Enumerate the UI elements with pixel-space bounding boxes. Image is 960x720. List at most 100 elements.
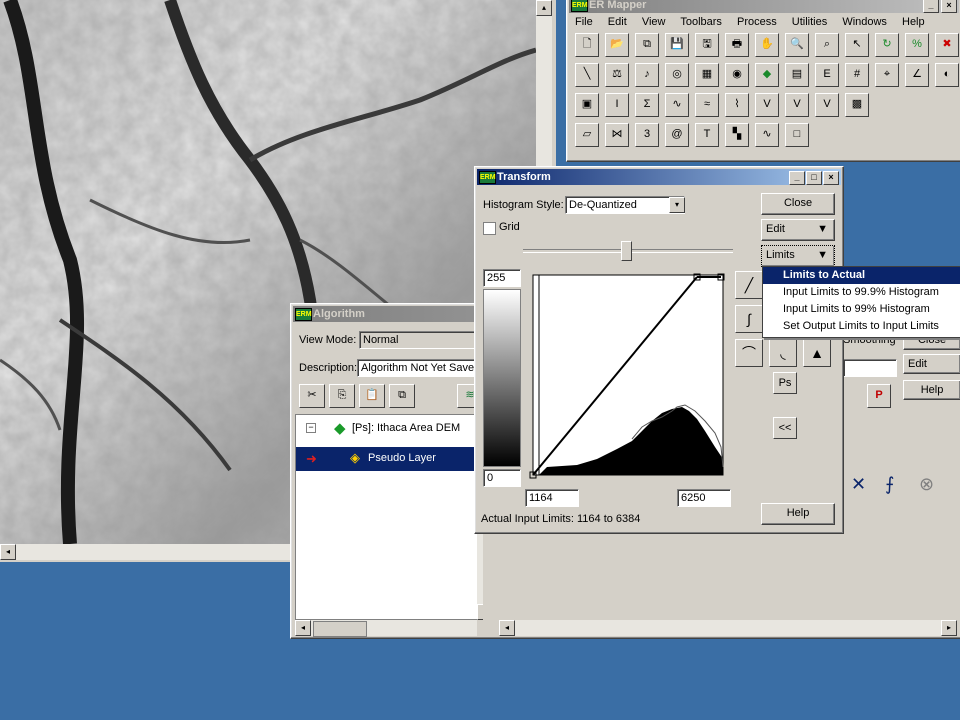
folder-icon[interactable]: ▤ [785, 63, 809, 87]
minimize-button[interactable]: _ [923, 0, 939, 13]
image-color-icon[interactable]: ▣ [575, 93, 599, 117]
save-as-icon[interactable]: 🖫 [695, 33, 719, 57]
parallelogram-icon[interactable]: ▱ [575, 123, 599, 147]
menu-view[interactable]: View [642, 16, 666, 28]
pan-hand-icon[interactable]: ✋ [755, 33, 779, 57]
tree-layer-row[interactable]: ➜ ◈ Pseudo Layer [296, 447, 478, 471]
curve-transform-icon[interactable]: ◟ [769, 339, 797, 367]
copy-icon[interactable]: ⎘ [329, 384, 355, 408]
scroll-left-button[interactable]: ◂ [0, 544, 16, 560]
x-tool-icon[interactable]: ✕ [851, 474, 866, 495]
transform-help-button[interactable]: Help [761, 503, 835, 525]
scroll-left-button[interactable]: ◂ [295, 620, 311, 636]
vd-icon[interactable]: V [755, 93, 779, 117]
transform-close-button[interactable]: Close [761, 193, 835, 215]
maximize-button[interactable]: □ [806, 171, 822, 185]
3d-icon[interactable]: 3 [635, 123, 659, 147]
hist-icon[interactable]: ▦ [695, 63, 719, 87]
linear-transform-icon[interactable]: ╱ [735, 271, 763, 299]
save-icon[interactable]: 💾 [665, 33, 689, 57]
line-tool-icon[interactable]: ╲ [575, 63, 599, 87]
stack-icon[interactable]: ◆ [755, 63, 779, 87]
scroll-up-button[interactable]: ▴ [536, 0, 552, 16]
tree-expand-icon[interactable]: − [306, 423, 316, 433]
menu-utilities[interactable]: Utilities [792, 16, 827, 28]
formula-icon[interactable]: E [815, 63, 839, 87]
menu-file[interactable]: File [575, 16, 593, 28]
right-hscroll[interactable]: ◂ ▸ [499, 620, 957, 636]
transform-graph[interactable] [527, 271, 727, 479]
scroll-right-button[interactable]: ▸ [941, 620, 957, 636]
algorithm-edit-button[interactable]: Edit [903, 354, 960, 374]
zoom-box-icon[interactable]: ⌕ [815, 33, 839, 57]
close-button[interactable]: × [941, 0, 957, 13]
grid-checkbox[interactable] [483, 222, 496, 235]
colorgrid-icon[interactable]: ▚ [725, 123, 749, 147]
music-icon[interactable]: ♪ [635, 63, 659, 87]
wave3-icon[interactable]: ∿ [755, 123, 779, 147]
menu-item-limits-to-actual[interactable]: Limits to Actual [763, 267, 960, 284]
refresh-icon[interactable]: ↻ [875, 33, 899, 57]
graph-icon[interactable]: ⌇ [725, 93, 749, 117]
transform-limits-button[interactable]: Limits ▼ [761, 245, 835, 267]
log-transform-icon[interactable]: ∫ [735, 305, 763, 333]
zoom-icon[interactable]: 🔍 [785, 33, 809, 57]
angle-icon[interactable]: ∠ [905, 63, 929, 87]
balance-icon[interactable]: ⚖ [605, 63, 629, 87]
description-field[interactable]: Algorithm Not Yet Saved [357, 359, 477, 377]
square-icon[interactable]: □ [785, 123, 809, 147]
slider-thumb[interactable] [621, 241, 632, 261]
disabled-tool-icon[interactable]: ⊗ [919, 474, 934, 495]
menu-toolbars[interactable]: Toolbars [680, 16, 722, 28]
tm-icon[interactable]: T [695, 123, 719, 147]
new-icon[interactable]: 🗋 [575, 33, 599, 57]
histogram-style-select[interactable]: De-Quantized [565, 196, 685, 214]
globe-icon[interactable]: ◐ [935, 63, 959, 87]
open-icon[interactable]: 📂 [605, 33, 629, 57]
vd3-icon[interactable]: V [815, 93, 839, 117]
menu-process[interactable]: Process [737, 16, 777, 28]
close-button[interactable]: × [823, 171, 839, 185]
wave2-icon[interactable]: ≈ [695, 93, 719, 117]
paste-icon[interactable]: 📋 [359, 384, 385, 408]
histogram-equalize-icon[interactable]: ▲ [803, 339, 831, 367]
algorithm-help-button[interactable]: Help [903, 380, 960, 400]
layer-icon[interactable]: ◎ [665, 63, 689, 87]
input-min-field[interactable]: 1164 [525, 489, 579, 507]
output-max-field[interactable]: 255 [483, 269, 521, 287]
menu-help[interactable]: Help [902, 16, 925, 28]
cut-icon[interactable]: ✂ [299, 384, 325, 408]
crosshair-icon[interactable]: ⌖ [875, 63, 899, 87]
stop-icon[interactable]: ✖ [935, 33, 959, 57]
menu-item-input-99-9[interactable]: Input Limits to 99.9% Histogram [763, 284, 960, 301]
spiral-icon[interactable]: @ [665, 123, 689, 147]
print-icon[interactable]: 🖶 [725, 33, 749, 57]
pointer-icon[interactable]: ↖ [845, 33, 869, 57]
menu-item-set-output-limits[interactable]: Set Output Limits to Input Limits [763, 318, 960, 335]
target-icon[interactable]: ◉ [725, 63, 749, 87]
pdf-icon[interactable]: P [867, 384, 891, 408]
output-min-field[interactable]: 0 [483, 469, 521, 487]
chevron-down-icon[interactable]: ▾ [669, 197, 685, 213]
ps-button[interactable]: Ps [773, 372, 797, 394]
stats-icon[interactable]: Σ [635, 93, 659, 117]
exp-transform-icon[interactable]: ⌒ [735, 339, 763, 367]
smoothing-field[interactable] [843, 359, 897, 377]
wave-icon[interactable]: ∿ [665, 93, 689, 117]
transform-edit-button[interactable]: Edit ▼ [761, 219, 835, 241]
minimize-button[interactable]: _ [789, 171, 805, 185]
percent-icon[interactable]: % [905, 33, 929, 57]
thermal-icon[interactable]: ▩ [845, 93, 869, 117]
tree-root-label[interactable]: [Ps]: Ithaca Area DEM [352, 422, 460, 434]
info-icon[interactable]: I [605, 93, 629, 117]
menu-item-input-99[interactable]: Input Limits to 99% Histogram [763, 301, 960, 318]
vd2-icon[interactable]: V [785, 93, 809, 117]
view-mode-select[interactable]: Normal [359, 331, 479, 349]
collapse-button[interactable]: << [773, 417, 797, 439]
menu-edit[interactable]: Edit [608, 16, 627, 28]
menu-windows[interactable]: Windows [842, 16, 887, 28]
scroll-left-button[interactable]: ◂ [499, 620, 515, 636]
scroll-thumb[interactable] [313, 621, 367, 637]
curve-tool-icon[interactable]: ⨍ [885, 474, 894, 495]
duplicate-icon[interactable]: ⧉ [389, 384, 415, 408]
